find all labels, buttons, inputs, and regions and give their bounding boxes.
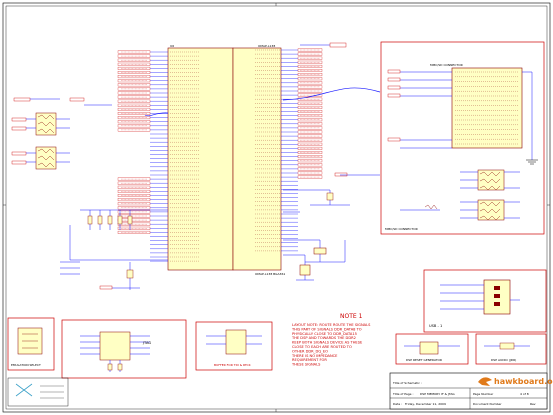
note-line: KEEP BOTH SIGNALS DEVICE AS THESE [292, 341, 363, 345]
reset-label: DSP RESET GENERATOR [406, 358, 442, 362]
main-ic-footer: OMAP-L138 BGA361 [255, 272, 285, 276]
schematic-sheet: U6 OMAP-L138 OMAP-L138 BGA361 MMC/SD CON… [2, 2, 553, 413]
note-line: PHYSICALLY CLOSE TO DDR_DATA15 [292, 332, 357, 336]
resistor-pack-1 [35, 112, 57, 136]
note-line: THERE IS NO IMPEDANCE [291, 354, 338, 358]
jtag-header [99, 331, 131, 361]
buffer-label: BUFFER FOR TDI & RTCK [214, 363, 252, 367]
note-line: THESE SIGNALS [291, 363, 321, 367]
emulation-select-block: EMULATION SELECT [7, 317, 55, 371]
note-line: CLOSE TO EACH ARE ROUTED TO [292, 345, 352, 349]
reset-block: DSP RESET GENERATOR [395, 333, 469, 365]
left-small-nets [11, 97, 112, 165]
note-line: OTHER DDR_DQ_EO [292, 349, 328, 353]
jtag-label: JTAG [142, 341, 151, 345]
left-net-labels [117, 50, 151, 234]
usb-label: USB - 1 [429, 324, 442, 328]
mmc-sd-connector [451, 67, 523, 149]
right-net-labels [297, 48, 323, 179]
audio-label: DSP AUDIO (JDR) [491, 358, 516, 362]
page-number-label: Page Number [473, 392, 494, 396]
title-block: Title of Schematic : Title of Page : DSP… [389, 372, 553, 410]
main-ic-body-right [232, 47, 282, 271]
page-number-value: 4 of 8 [520, 392, 529, 396]
date-label: Date : [393, 402, 402, 406]
buffer-ic [225, 329, 247, 355]
emulation-select-label: EMULATION SELECT [11, 363, 41, 367]
note-line: THE DSP AND TOWARDS THE DDR2 [291, 336, 356, 340]
audio-block: DSP AUDIO (JDR) [475, 333, 547, 365]
main-ic-ref: U6 [170, 44, 174, 48]
mmc-sd-connector-label: MMC/SD CONNECTOR [385, 227, 418, 231]
svg-text:MMC/SD CONNECTOR: MMC/SD CONNECTOR [430, 63, 463, 67]
title-page-value: DSP MEMORY IF & JTAG [420, 392, 455, 396]
note-title: NOTE 1 [340, 313, 363, 320]
usb-block: USB - 1 [423, 269, 547, 333]
main-ic-body-left [167, 47, 234, 271]
jtag-block: JTAG [61, 319, 187, 379]
main-ic-part: OMAP-L138 [258, 44, 275, 48]
revision-label: Rev [530, 402, 536, 406]
note-1: NOTE 1 LAYOUT NOTE: ROUTE ROUTE THE SIGN… [291, 313, 371, 367]
brand-text: hawkboard.org [494, 377, 553, 386]
title-schematic-label: Title of Schematic : [392, 381, 422, 385]
resistor-pack-2 [35, 146, 57, 170]
mmc-sd-connector-block: MMC/SD CONNECTOR MMC/SD CONNECTOR [380, 41, 545, 235]
note-line: LAYOUT NOTE: ROUTE ROUTE THE SIGNALS [292, 323, 371, 327]
bottom-left-info [7, 377, 69, 407]
document-number-label: Document Number [473, 402, 502, 406]
bus-wire [282, 87, 381, 101]
lower-left-passives [60, 209, 168, 290]
note-line: THIS PART OF SIGNALS DDR_DATA8 TO [291, 327, 362, 331]
date-value: Friday, December 11, 2009 [405, 402, 446, 406]
title-page-label: Title of Page : [392, 392, 413, 396]
buffer-block: BUFFER FOR TDI & RTCK [195, 321, 273, 371]
note-line: REQUIREMENT FOR [292, 358, 327, 362]
main-ic: U6 OMAP-L138 OMAP-L138 BGA361 [150, 44, 298, 276]
